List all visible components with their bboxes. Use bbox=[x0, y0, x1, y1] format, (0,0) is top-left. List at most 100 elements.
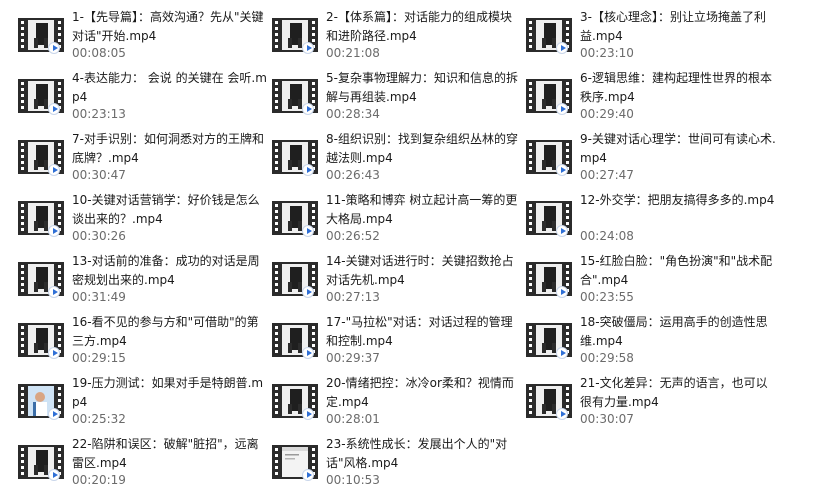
file-item[interactable]: 8-组织识别：找到复杂组织丛林的穿越法则.mp4 00:26:43 bbox=[272, 130, 522, 186]
play-badge-icon bbox=[302, 347, 314, 359]
file-duration: 00:10:53 bbox=[326, 473, 380, 487]
file-duration: 00:27:13 bbox=[326, 290, 380, 304]
file-name: 4-表达能力： 会说 的关键在 会听.mp4 bbox=[72, 71, 267, 104]
file-item[interactable]: 17-"马拉松"对话：对话过程的管理和控制.mp4 00:29:37 bbox=[272, 313, 522, 369]
play-badge-icon bbox=[556, 408, 568, 420]
file-name: 1-【先导篇】：高效沟通？先从"关键对话"开始.mp4 bbox=[72, 10, 264, 43]
play-badge-icon bbox=[302, 164, 314, 176]
file-duration: 00:29:40 bbox=[580, 107, 634, 121]
play-badge-icon bbox=[556, 347, 568, 359]
file-item[interactable]: 18-突破僵局：运用高手的创造性思维.mp4 00:29:58 bbox=[526, 313, 776, 369]
file-name: 8-组织识别：找到复杂组织丛林的穿越法则.mp4 bbox=[326, 132, 518, 165]
file-item[interactable]: 13-对话前的准备：成功的对话是周密规划出来的.mp4 00:31:49 bbox=[18, 252, 268, 308]
play-badge-icon bbox=[302, 103, 314, 115]
file-item[interactable]: 7-对手识别：如何洞悉对方的王牌和底牌？.mp4 00:30:47 bbox=[18, 130, 268, 186]
file-name: 9-关键对话心理学：世间可有读心术.mp4 bbox=[580, 132, 776, 165]
video-thumbnail-icon bbox=[272, 195, 318, 241]
file-duration: 00:27:47 bbox=[580, 168, 634, 182]
video-thumbnail-icon bbox=[272, 12, 318, 58]
video-thumbnail-icon bbox=[18, 256, 64, 302]
file-name: 23-系统性成长：发展出个人的"对话"风格.mp4 bbox=[326, 437, 508, 470]
video-thumbnail-icon bbox=[272, 317, 318, 363]
video-thumbnail-icon bbox=[526, 73, 572, 119]
file-item[interactable]: 22-陷阱和误区：破解"脏招"，远离雷区.mp4 00:20:19 bbox=[18, 435, 268, 491]
play-badge-icon bbox=[556, 225, 568, 237]
file-item[interactable]: 16-看不见的参与方和"可借助"的第三方.mp4 00:29:15 bbox=[18, 313, 268, 369]
video-thumbnail-icon bbox=[526, 12, 572, 58]
video-thumbnail-icon bbox=[18, 439, 64, 485]
file-name: 11-策略和博弈 树立起计高一筹的更大格局.mp4 bbox=[326, 193, 518, 226]
file-duration: 00:24:08 bbox=[580, 229, 634, 243]
video-thumbnail-icon bbox=[272, 73, 318, 119]
play-badge-icon bbox=[48, 103, 60, 115]
file-item[interactable]: 20-情绪把控：冰冷or柔和？视情而定.mp4 00:28:01 bbox=[272, 374, 522, 430]
file-duration: 00:23:10 bbox=[580, 46, 634, 60]
file-item[interactable]: 9-关键对话心理学：世间可有读心术.mp4 00:27:47 bbox=[526, 130, 776, 186]
file-duration: 00:23:13 bbox=[72, 107, 126, 121]
file-grid: 1-【先导篇】：高效沟通？先从"关键对话"开始.mp4 00:08:05 2-【体系… bbox=[0, 0, 822, 501]
play-badge-icon bbox=[48, 469, 60, 481]
play-badge-icon bbox=[556, 42, 568, 54]
file-duration: 00:30:47 bbox=[72, 168, 126, 182]
play-badge-icon bbox=[48, 164, 60, 176]
file-name: 5-复杂事物理解力：知识和信息的拆解与再组装.mp4 bbox=[326, 71, 518, 104]
file-item[interactable]: 2-【体系篇】：对话能力的组成模块和进阶路径.mp4 00:21:08 bbox=[272, 8, 522, 64]
play-badge-icon bbox=[48, 225, 60, 237]
file-name: 15-红脸白脸："角色扮演"和"战术配合".mp4 bbox=[580, 254, 773, 287]
file-item[interactable]: 3-【核心理念】：别让立场掩盖了利益.mp4 00:23:10 bbox=[526, 8, 776, 64]
video-thumbnail-icon bbox=[526, 256, 572, 302]
file-duration: 00:26:52 bbox=[326, 229, 380, 243]
file-item[interactable]: 15-红脸白脸："角色扮演"和"战术配合".mp4 00:23:55 bbox=[526, 252, 776, 308]
file-duration: 00:31:49 bbox=[72, 290, 126, 304]
play-badge-icon bbox=[302, 42, 314, 54]
file-item[interactable]: 23-系统性成长：发展出个人的"对话"风格.mp4 00:10:53 bbox=[272, 435, 522, 491]
video-thumbnail-icon bbox=[18, 195, 64, 241]
play-badge-icon bbox=[48, 286, 60, 298]
file-name: 2-【体系篇】：对话能力的组成模块和进阶路径.mp4 bbox=[326, 10, 512, 43]
video-thumbnail-icon bbox=[272, 439, 318, 485]
file-duration: 00:29:37 bbox=[326, 351, 380, 365]
video-thumbnail-icon bbox=[272, 134, 318, 180]
play-badge-icon bbox=[48, 42, 60, 54]
play-badge-icon bbox=[302, 469, 314, 481]
file-item[interactable]: 11-策略和博弈 树立起计高一筹的更大格局.mp4 00:26:52 bbox=[272, 191, 522, 247]
file-name: 7-对手识别：如何洞悉对方的王牌和底牌？.mp4 bbox=[72, 132, 264, 165]
file-name: 18-突破僵局：运用高手的创造性思维.mp4 bbox=[580, 315, 768, 348]
file-item[interactable]: 5-复杂事物理解力：知识和信息的拆解与再组装.mp4 00:28:34 bbox=[272, 69, 522, 125]
play-badge-icon bbox=[302, 286, 314, 298]
file-name: 14-关键对话进行时：关键招数抢占对话先机.mp4 bbox=[326, 254, 514, 287]
file-duration: 00:30:07 bbox=[580, 412, 634, 426]
file-name: 17-"马拉松"对话：对话过程的管理和控制.mp4 bbox=[326, 315, 513, 348]
file-name: 10-关键对话营销学：好价钱是怎么谈出来的？.mp4 bbox=[72, 193, 260, 226]
file-name: 16-看不见的参与方和"可借助"的第三方.mp4 bbox=[72, 315, 259, 348]
file-item[interactable]: 21-文化差异：无声的语言，也可以很有力量.mp4 00:30:07 bbox=[526, 374, 776, 430]
file-duration: 00:26:43 bbox=[326, 168, 380, 182]
file-item[interactable]: 12-外交学：把朋友搞得多多的.mp4 00:24:08 bbox=[526, 191, 776, 247]
file-name: 19-压力测试：如果对手是特朗普.mp4 bbox=[72, 376, 264, 409]
file-item[interactable]: 19-压力测试：如果对手是特朗普.mp4 00:25:32 bbox=[18, 374, 268, 430]
file-duration: 00:08:05 bbox=[72, 46, 126, 60]
file-duration: 00:29:58 bbox=[580, 351, 634, 365]
file-duration: 00:25:32 bbox=[72, 412, 126, 426]
video-thumbnail-icon bbox=[526, 195, 572, 241]
file-name: 22-陷阱和误区：破解"脏招"，远离雷区.mp4 bbox=[72, 437, 259, 470]
file-item[interactable]: 10-关键对话营销学：好价钱是怎么谈出来的？.mp4 00:30:26 bbox=[18, 191, 268, 247]
play-badge-icon bbox=[48, 347, 60, 359]
file-item[interactable]: 14-关键对话进行时：关键招数抢占对话先机.mp4 00:27:13 bbox=[272, 252, 522, 308]
video-thumbnail-icon bbox=[18, 12, 64, 58]
video-thumbnail-icon bbox=[18, 134, 64, 180]
video-thumbnail-icon bbox=[18, 378, 64, 424]
video-thumbnail-icon bbox=[526, 317, 572, 363]
play-badge-icon bbox=[48, 408, 60, 420]
file-duration: 00:28:01 bbox=[326, 412, 380, 426]
file-name: 3-【核心理念】：别让立场掩盖了利益.mp4 bbox=[580, 10, 766, 43]
file-duration: 00:23:55 bbox=[580, 290, 634, 304]
file-duration: 00:29:15 bbox=[72, 351, 126, 365]
file-item[interactable]: 4-表达能力： 会说 的关键在 会听.mp4 00:23:13 bbox=[18, 69, 268, 125]
file-duration: 00:20:19 bbox=[72, 473, 126, 487]
file-name: 20-情绪把控：冰冷or柔和？视情而定.mp4 bbox=[326, 376, 514, 409]
file-item[interactable]: 1-【先导篇】：高效沟通？先从"关键对话"开始.mp4 00:08:05 bbox=[18, 8, 268, 64]
file-name: 6-逻辑思维：建构起理性世界的根本秩序.mp4 bbox=[580, 71, 772, 104]
video-thumbnail-icon bbox=[272, 256, 318, 302]
file-item[interactable]: 6-逻辑思维：建构起理性世界的根本秩序.mp4 00:29:40 bbox=[526, 69, 776, 125]
